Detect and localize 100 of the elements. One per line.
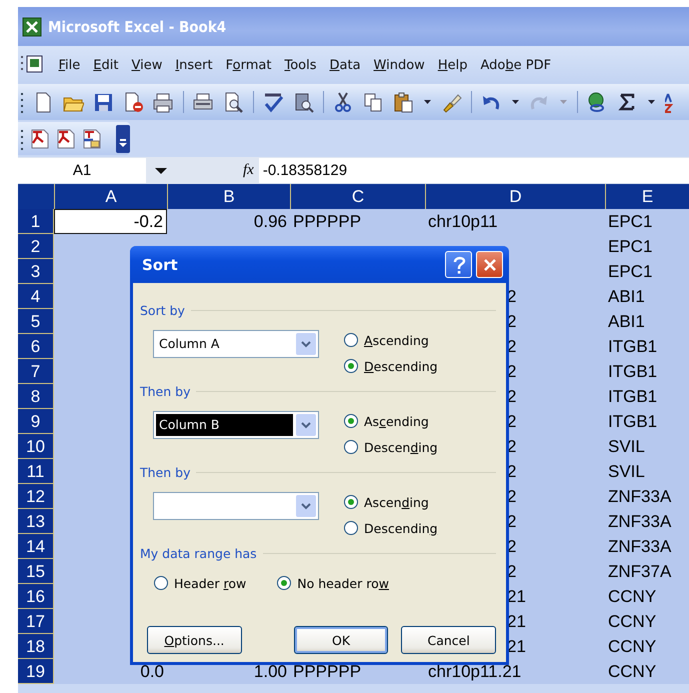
- grip-icon: [20, 90, 24, 114]
- row-header[interactable]: 11: [18, 459, 54, 484]
- row-header[interactable]: 7: [18, 359, 54, 384]
- table-cell: SVIL: [605, 434, 689, 459]
- sort-icon[interactable]: [665, 92, 673, 112]
- row-header[interactable]: 17: [18, 609, 54, 634]
- column-header[interactable]: E: [606, 184, 689, 209]
- table-cell: CCNY: [605, 609, 689, 634]
- row-header[interactable]: 19: [18, 659, 54, 684]
- menu-item[interactable]: File: [52, 58, 87, 72]
- table-cell: EPC1: [605, 209, 689, 234]
- row-header[interactable]: 15: [18, 559, 54, 584]
- question-mark-icon: [452, 256, 466, 274]
- table-cell: ITGB1: [605, 359, 689, 384]
- dropdown-arrow-icon[interactable]: [155, 166, 167, 174]
- spelling-check-icon[interactable]: [263, 92, 284, 112]
- table-cell: CCNY: [605, 634, 689, 659]
- column-dropdown[interactable]: Column A: [153, 330, 319, 358]
- table-cell: -0.2: [54, 209, 167, 234]
- cut-icon[interactable]: [333, 92, 354, 112]
- row-header[interactable]: 16: [18, 584, 54, 609]
- close-icon: [482, 258, 496, 272]
- menu-item[interactable]: Insert: [168, 58, 220, 72]
- printer-icon[interactable]: [193, 92, 214, 112]
- group-label: Sort by: [140, 302, 185, 318]
- table-cell: ABI1: [605, 309, 689, 334]
- menu-item[interactable]: Tools: [278, 58, 323, 72]
- row-header[interactable]: 3: [18, 259, 54, 284]
- help-button[interactable]: [445, 251, 472, 278]
- radio-option[interactable]: No header row: [276, 570, 389, 596]
- table-cell: ZNF33A: [605, 509, 689, 534]
- table-cell: CCNY: [605, 584, 689, 609]
- column-header[interactable]: A: [55, 184, 168, 209]
- row-header[interactable]: 18: [18, 634, 54, 659]
- dialog-button[interactable]: OK: [294, 626, 388, 654]
- table-cell: CCNY: [605, 659, 689, 684]
- group-label: Then by: [140, 384, 190, 398]
- pdf-document-icon[interactable]: [56, 128, 76, 148]
- row-header[interactable]: 13: [18, 509, 54, 534]
- spreadsheet-icon: [22, 16, 42, 36]
- table-cell: ZNF33A: [605, 484, 689, 509]
- row-header[interactable]: 6: [18, 334, 54, 359]
- column-dropdown[interactable]: Column B: [153, 411, 319, 439]
- paintbrush-icon[interactable]: [441, 92, 462, 112]
- close-button[interactable]: [476, 251, 503, 278]
- dialog-button[interactable]: Options...: [147, 626, 242, 654]
- toolbar-options-icon[interactable]: [116, 124, 130, 152]
- menu-item[interactable]: Edit: [86, 58, 125, 72]
- window-title: Microsoft Excel - Book4: [48, 18, 226, 36]
- group-label: Then by: [140, 464, 190, 480]
- dialog-button[interactable]: Cancel: [401, 626, 496, 654]
- row-header[interactable]: 5: [18, 309, 54, 334]
- paste-icon[interactable]: [393, 92, 414, 112]
- table-cell: chr10p11: [425, 209, 605, 234]
- table-cell: ABI1: [605, 284, 689, 309]
- table-cell: EPC1: [605, 259, 689, 284]
- formula-field[interactable]: -0.18358129: [258, 158, 689, 183]
- row-header[interactable]: 4: [18, 284, 54, 309]
- table-cell: 0.0: [54, 659, 167, 684]
- copy-icon[interactable]: [363, 92, 384, 112]
- insert-function-button[interactable]: fx: [243, 162, 254, 179]
- select-all-corner[interactable]: [18, 184, 55, 209]
- menu-item[interactable]: Help: [431, 58, 474, 72]
- row-header[interactable]: 14: [18, 534, 54, 559]
- radio-option[interactable]: Header row: [153, 570, 246, 596]
- chevron-down-icon: [301, 340, 311, 348]
- research-book-icon[interactable]: [293, 92, 314, 112]
- row-header[interactable]: 9: [18, 409, 54, 434]
- chevron-down-icon: [301, 422, 311, 428]
- row-header[interactable]: 2: [18, 234, 54, 259]
- menu-item[interactable]: Data: [322, 58, 368, 72]
- table-cell: EPC1: [605, 234, 689, 259]
- table-cell: ZNF33A: [605, 534, 689, 559]
- pdf-attachment-icon[interactable]: [82, 128, 102, 148]
- table-cell: ZNF37A: [605, 559, 689, 584]
- column-header[interactable]: C: [291, 184, 426, 209]
- permission-icon[interactable]: [123, 92, 144, 112]
- menu-item[interactable]: Adobe PDF: [474, 58, 558, 72]
- name-box[interactable]: A1: [18, 158, 146, 183]
- menu-item[interactable]: Window: [367, 58, 432, 72]
- row-header[interactable]: 10: [18, 434, 54, 459]
- menu-item[interactable]: Format: [219, 58, 278, 72]
- column-header[interactable]: B: [168, 184, 291, 209]
- row-header[interactable]: 8: [18, 384, 54, 409]
- dialog-title: Sort: [142, 256, 178, 274]
- save-icon[interactable]: [93, 92, 114, 112]
- printer-icon[interactable]: [153, 92, 174, 112]
- group-label: My data range has: [140, 546, 257, 560]
- table-cell: ITGB1: [605, 384, 689, 409]
- print-preview-icon[interactable]: [223, 92, 244, 112]
- column-dropdown[interactable]: [153, 492, 319, 520]
- column-header[interactable]: D: [426, 184, 606, 209]
- pdf-document-icon[interactable]: [30, 128, 50, 148]
- table-cell: SVIL: [605, 459, 689, 484]
- menu-item[interactable]: View: [124, 58, 169, 72]
- row-header[interactable]: 1: [18, 209, 54, 234]
- row-header[interactable]: 12: [18, 484, 54, 509]
- table-cell: ITGB1: [605, 409, 689, 434]
- table-cell: 0.96: [167, 209, 290, 234]
- table-cell: ITGB1: [605, 334, 689, 359]
